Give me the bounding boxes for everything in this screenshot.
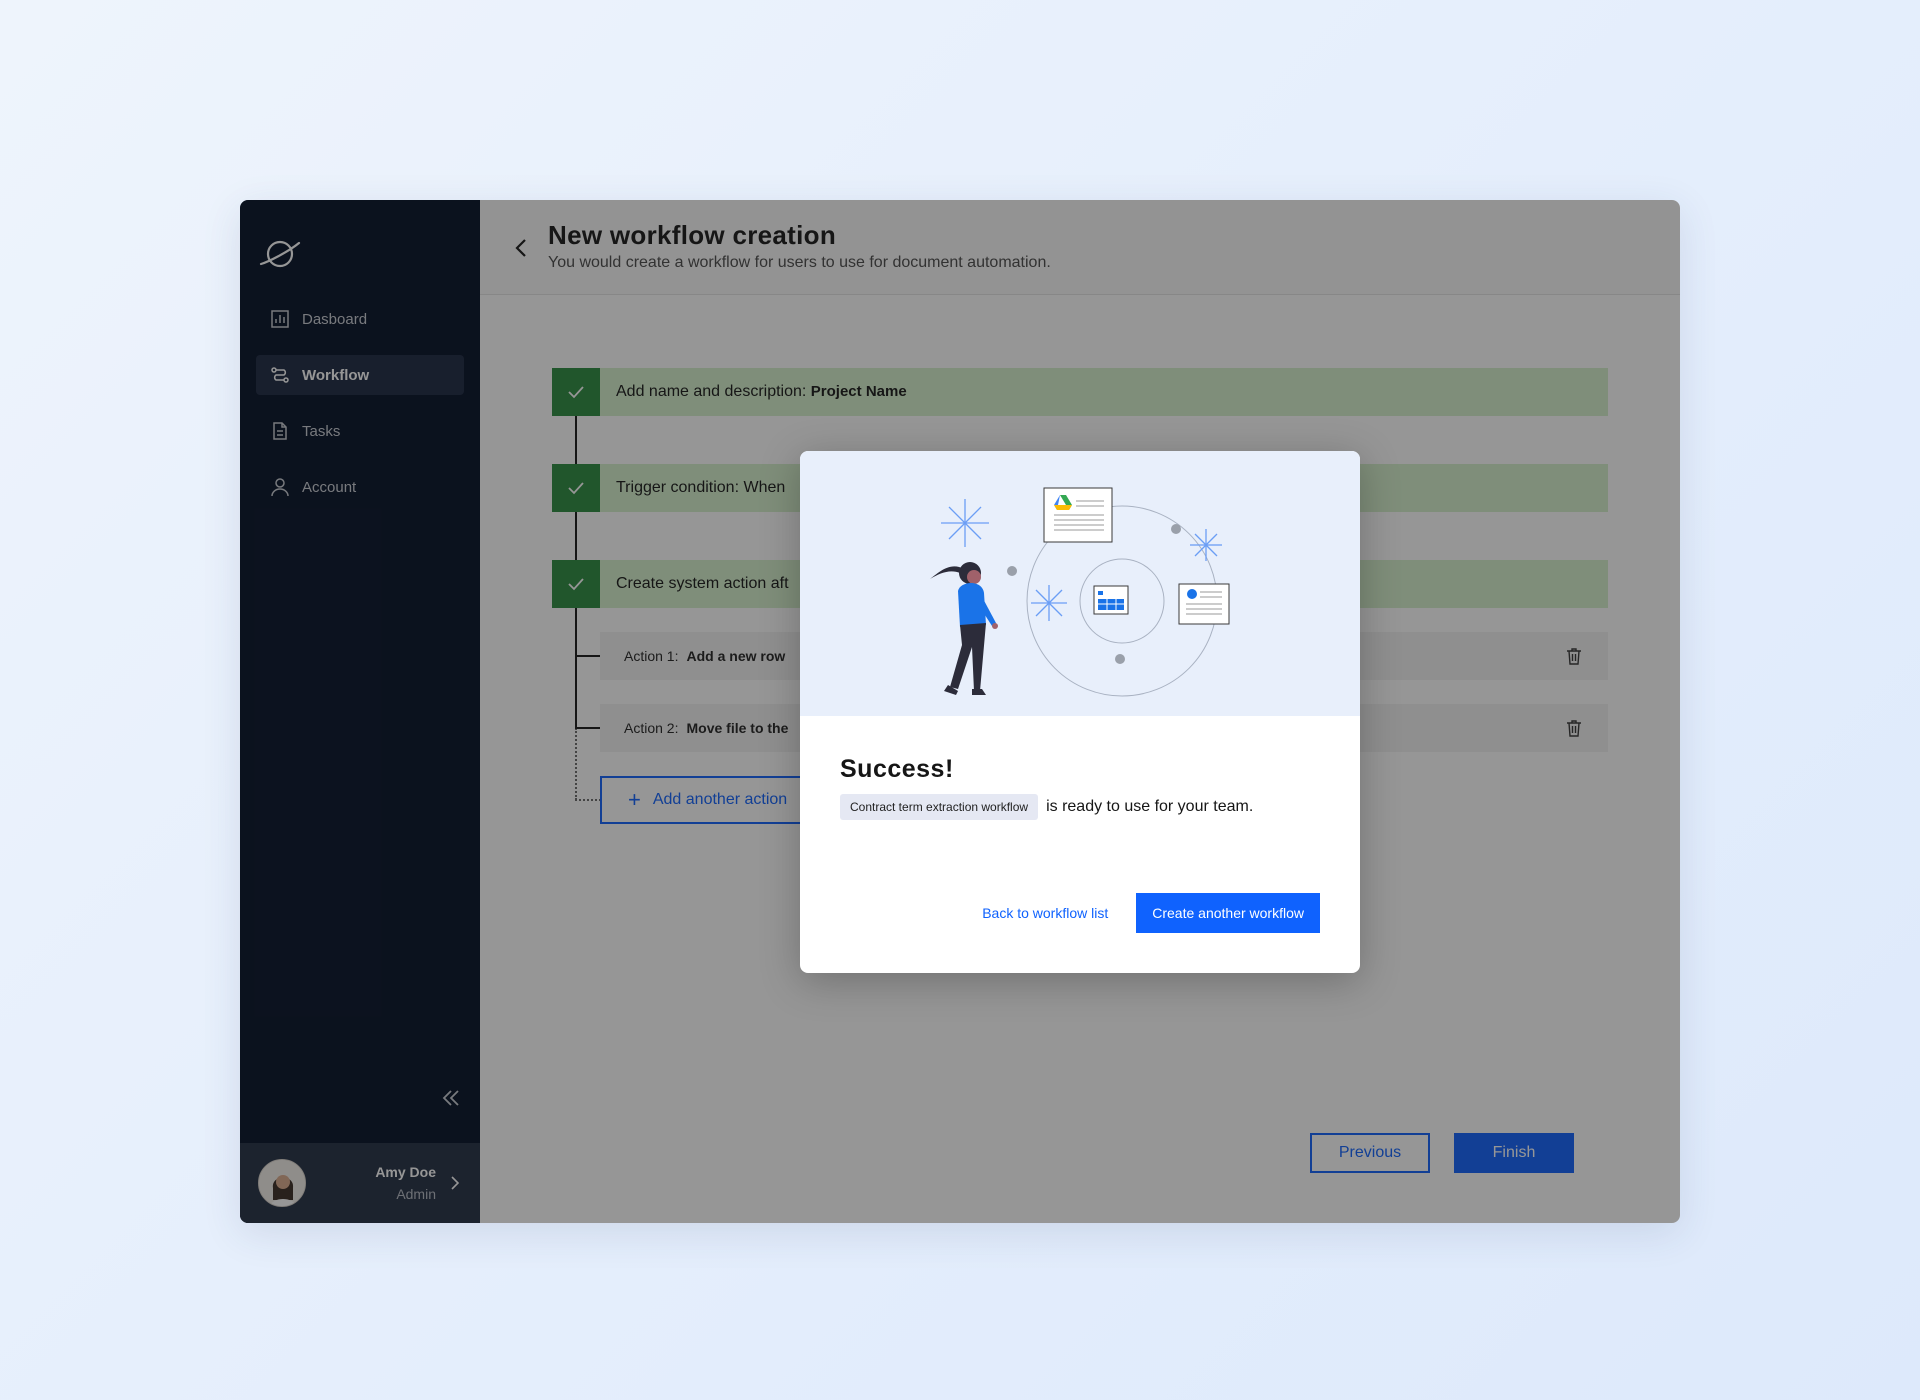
workflow-name-tag: Contract term extraction workflow [840, 794, 1039, 820]
spreadsheet-icon [1093, 585, 1129, 615]
success-modal: Success! Contract term extraction workfl… [800, 451, 1360, 973]
modal-body: Success! Contract term extraction workfl… [840, 755, 1320, 820]
drive-document-icon [1043, 487, 1113, 543]
celebration-illustration [930, 487, 1230, 697]
create-another-workflow-button[interactable]: Create another workflow [1136, 893, 1320, 933]
person-illustration-icon [930, 562, 998, 695]
success-illustration [800, 451, 1360, 716]
file-document-icon [1178, 583, 1230, 625]
modal-message: Contract term extraction workflow is rea… [840, 794, 1320, 820]
back-to-workflow-list-button[interactable]: Back to workflow list [982, 905, 1108, 921]
modal-message-text: is ready to use for your team. [1046, 798, 1254, 815]
modal-actions: Back to workflow list Create another wor… [982, 893, 1320, 933]
modal-title: Success! [840, 755, 954, 783]
